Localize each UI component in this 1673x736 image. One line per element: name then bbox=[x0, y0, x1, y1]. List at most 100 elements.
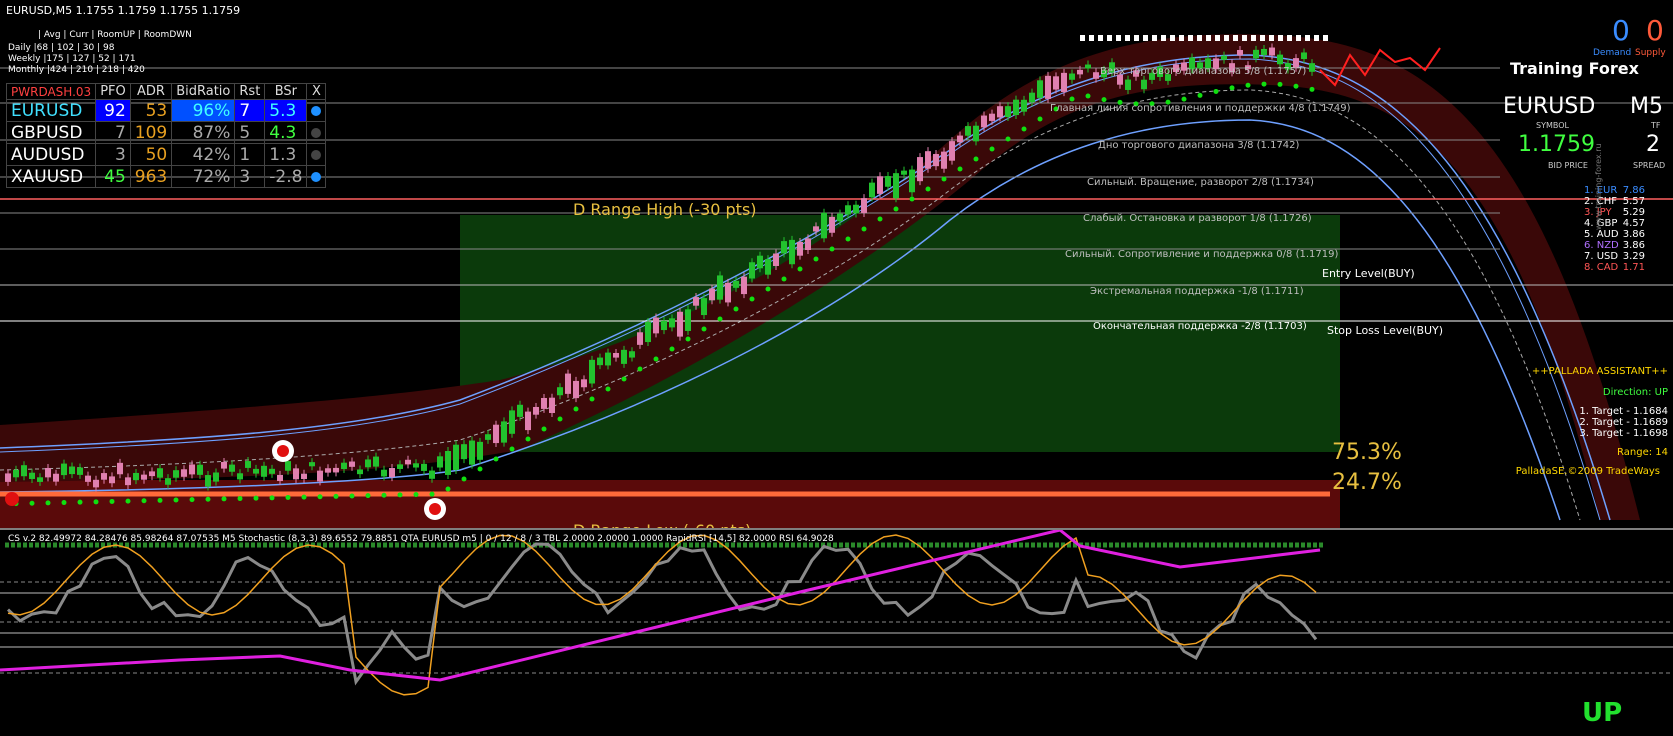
support-dot bbox=[221, 496, 227, 502]
table-row[interactable]: XAUUSD 45 963 72% 3 -2.8 bbox=[5, 165, 327, 188]
support-dot bbox=[285, 494, 291, 500]
support-dot bbox=[973, 156, 979, 162]
rst-cell: 1 bbox=[234, 143, 266, 166]
support-dot bbox=[829, 246, 835, 252]
support-dot bbox=[1245, 82, 1251, 88]
pallada-target-1: 1. Target - 1.1684 bbox=[1579, 406, 1668, 417]
bidratio-cell: 42% bbox=[171, 143, 236, 166]
range-up-percent: 75.3% bbox=[1332, 440, 1402, 465]
support-dot bbox=[1037, 116, 1043, 122]
support-dot bbox=[77, 499, 83, 505]
support-dot bbox=[845, 236, 851, 242]
adr-cell: 50 bbox=[129, 143, 173, 166]
support-dot bbox=[1309, 86, 1315, 92]
support-dot bbox=[669, 346, 675, 352]
list-item: 3. JPY 5.29 bbox=[1582, 207, 1647, 218]
pallada-target-2: 2. Target - 1.1689 bbox=[1579, 417, 1668, 428]
support-dot bbox=[1261, 81, 1267, 87]
status-dot-icon bbox=[306, 99, 327, 122]
symbol-cell: AUDUSD bbox=[5, 143, 97, 166]
support-dot bbox=[877, 216, 883, 222]
adr-row-monthly: Monthly |424 | 210 | 218 | 420 bbox=[8, 65, 145, 75]
status-dot-icon bbox=[306, 165, 327, 188]
demand-value: 0 bbox=[1612, 14, 1630, 47]
support-dot bbox=[557, 416, 563, 422]
demand-label: Demand bbox=[1593, 48, 1632, 58]
currency-value: 4.57 bbox=[1622, 218, 1646, 229]
support-dot bbox=[397, 492, 403, 498]
support-dot bbox=[157, 497, 163, 503]
pallada-direction: Direction: UP bbox=[1602, 387, 1668, 398]
level-label: Верх торгового диапазона 5/8 (1.1757) bbox=[1100, 66, 1307, 77]
currency-value: 7.86 bbox=[1622, 185, 1646, 196]
bid-price-value: 1.1759 bbox=[1518, 132, 1595, 157]
support-dot bbox=[637, 366, 643, 372]
level-label: Слабый. Остановка и разворот 1/8 (1.1726… bbox=[1083, 213, 1312, 224]
status-dot-icon bbox=[306, 143, 327, 166]
tf-value: M5 bbox=[1630, 94, 1663, 119]
range-down-percent: 24.7% bbox=[1332, 470, 1402, 495]
currency-value: 3.86 bbox=[1622, 229, 1646, 240]
support-dot bbox=[1005, 136, 1011, 142]
table-row[interactable]: GBPUSD 7 109 87% 5 4.3 bbox=[5, 121, 327, 144]
table-row[interactable]: AUDUSD 3 50 42% 1 1.3 bbox=[5, 143, 327, 166]
support-dot bbox=[477, 466, 483, 472]
tf-caption: TF bbox=[1651, 121, 1661, 130]
currency-value: 3.29 bbox=[1622, 251, 1646, 262]
support-dot bbox=[29, 500, 35, 506]
main-price-chart[interactable] bbox=[0, 0, 1673, 530]
support-dot bbox=[109, 498, 115, 504]
bsr-cell: 5.3 bbox=[264, 99, 308, 122]
rst-cell: 5 bbox=[234, 121, 266, 144]
support-dot bbox=[429, 491, 435, 497]
currency-value: 5.29 bbox=[1622, 207, 1646, 218]
level-label: Окончательная поддержка -2/8 (1.1703) bbox=[1093, 321, 1307, 332]
support-dot bbox=[93, 499, 99, 505]
support-dot bbox=[605, 386, 611, 392]
stochastic-signal-line bbox=[7, 534, 1317, 696]
support-dot bbox=[1021, 126, 1027, 132]
support-dot bbox=[493, 456, 499, 462]
support-dot bbox=[1069, 96, 1075, 102]
level-label: Сильный. Сопротивление и поддержка 0/8 (… bbox=[1065, 249, 1339, 260]
support-dot bbox=[1277, 81, 1283, 87]
brand-title: Training Forex bbox=[1510, 59, 1639, 78]
currency-label: 5. AUD bbox=[1584, 229, 1619, 240]
signal-marker bbox=[277, 445, 289, 457]
adr-cell: 963 bbox=[129, 165, 173, 188]
chart-title: EURUSD,M5 1.1755 1.1759 1.1755 1.1759 bbox=[6, 4, 241, 17]
level-label: Сильный. Вращение, разворот 2/8 (1.1734) bbox=[1087, 177, 1314, 188]
list-item: 6. NZD 3.86 bbox=[1582, 240, 1647, 251]
symbol-cell: GBPUSD bbox=[5, 121, 97, 144]
bidratio-cell: 87% bbox=[171, 121, 236, 144]
support-dot bbox=[813, 256, 819, 262]
list-item: 5. AUD 3.86 bbox=[1582, 229, 1647, 240]
support-dot bbox=[685, 336, 691, 342]
support-dot bbox=[797, 266, 803, 272]
table-row[interactable]: EURUSD 92 53 96% 7 5.3 bbox=[5, 99, 327, 122]
support-dot bbox=[1229, 85, 1235, 91]
support-dot bbox=[205, 496, 211, 502]
support-dot bbox=[1197, 92, 1203, 98]
support-dot bbox=[925, 186, 931, 192]
support-dot bbox=[253, 495, 259, 501]
support-dot bbox=[445, 486, 451, 492]
symbol-caption: SYMBOL bbox=[1536, 121, 1569, 130]
support-dot bbox=[653, 356, 659, 362]
entry-level-label: Entry Level(BUY) bbox=[1322, 267, 1415, 280]
col-x[interactable]: X bbox=[306, 83, 327, 100]
support-dot bbox=[1085, 93, 1091, 99]
support-dot bbox=[237, 496, 243, 502]
support-dot bbox=[509, 446, 515, 452]
list-item: 1. EUR 7.86 bbox=[1582, 185, 1647, 196]
support-dot bbox=[1181, 96, 1187, 102]
support-dot bbox=[701, 326, 707, 332]
symbol-cell: XAUUSD bbox=[5, 165, 97, 188]
pfo-cell: 7 bbox=[95, 121, 131, 144]
support-dot bbox=[189, 497, 195, 503]
list-item: 4. GBP 4.57 bbox=[1582, 218, 1647, 229]
pfo-cell: 92 bbox=[95, 99, 131, 122]
rst-cell: 3 bbox=[234, 165, 266, 188]
col-bsr: BSr bbox=[264, 83, 308, 100]
indicator-chart[interactable] bbox=[0, 530, 1673, 736]
